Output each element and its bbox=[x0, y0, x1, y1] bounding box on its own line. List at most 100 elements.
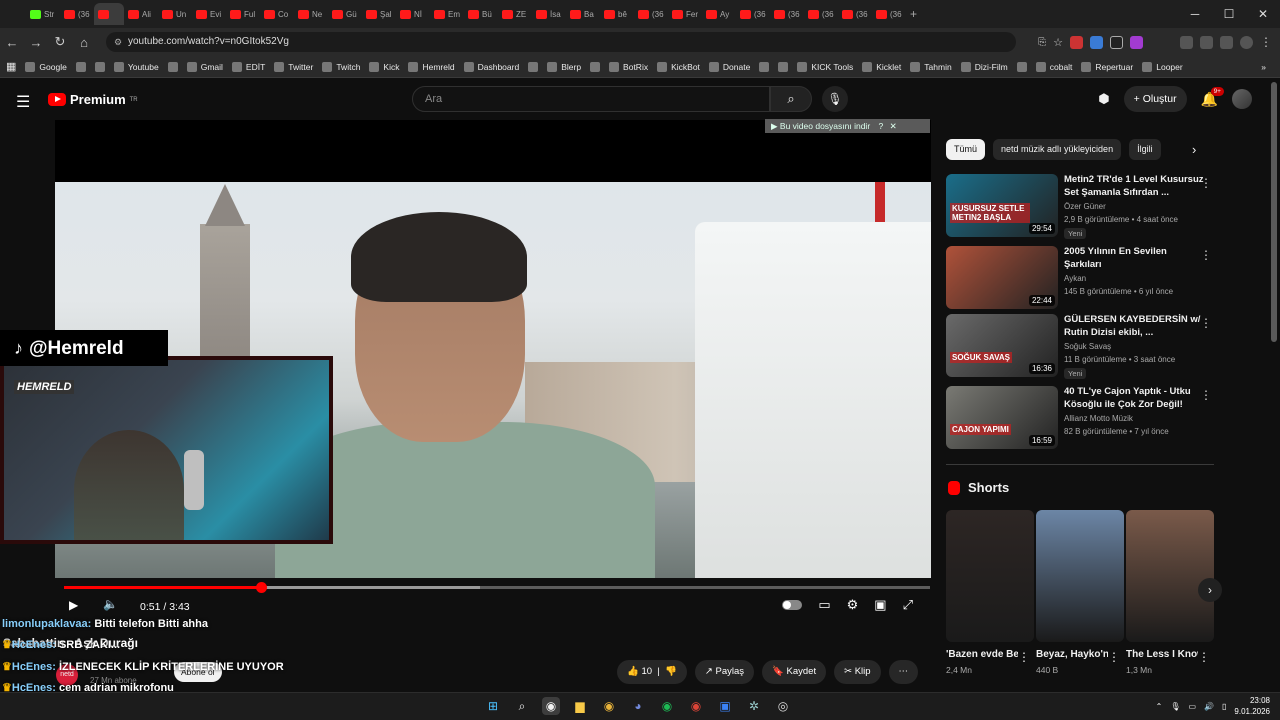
video-title[interactable]: GÜLERSEN KAYBEDERSİN w/ Rutin Dizisi eki… bbox=[1064, 314, 1204, 339]
extension-icon[interactable] bbox=[1090, 35, 1103, 49]
browser-tab[interactable]: Ful bbox=[226, 3, 260, 25]
bookmarks-overflow-icon[interactable]: » bbox=[1261, 62, 1280, 72]
notifications-button[interactable]: 🔔 9+ bbox=[1201, 86, 1224, 108]
apps-icon[interactable]: ▦ bbox=[6, 60, 16, 73]
reading-list-icon[interactable] bbox=[1220, 35, 1233, 49]
extension-icon[interactable] bbox=[1110, 35, 1123, 49]
url-field[interactable]: ⚙ youtube.com/watch?v=n0GItok52Vg bbox=[106, 32, 1016, 52]
browser-tab[interactable]: Nİ bbox=[396, 3, 430, 25]
extension-icon[interactable] bbox=[1070, 35, 1083, 49]
bookmark-item[interactable]: Twitter bbox=[274, 61, 313, 72]
back-icon[interactable]: ← bbox=[0, 35, 24, 50]
volume-icon[interactable]: 🔈 bbox=[103, 597, 118, 611]
bookmark-item[interactable]: Donate bbox=[708, 61, 750, 72]
short-item[interactable]: Beyaz, Hayko'nun ... 440 B ⋮ bbox=[1036, 510, 1124, 675]
home-icon[interactable]: ⌂ bbox=[72, 35, 96, 50]
search-button[interactable]: ⌕ bbox=[770, 86, 812, 112]
channel-name[interactable]: Allianz Motto Müzik bbox=[1064, 414, 1133, 423]
bookmark-item[interactable]: Hemreld bbox=[408, 61, 455, 72]
new-tab-button[interactable]: + bbox=[906, 3, 940, 25]
bookmark-item[interactable]: Twitch bbox=[322, 61, 360, 72]
save-button[interactable]: 🔖 Kaydet bbox=[762, 660, 827, 684]
recommended-video[interactable]: SOĞUK SAVAŞ 16:36 GÜLERSEN KAYBEDERSİN w/ … bbox=[946, 314, 1214, 380]
extensions-puzzle-icon[interactable] bbox=[1200, 35, 1213, 49]
browser-tab[interactable]: Fer bbox=[668, 3, 702, 25]
browser-tab[interactable]: Gü bbox=[328, 3, 362, 25]
bookmark-item[interactable]: Kick bbox=[369, 61, 399, 72]
short-title[interactable]: The Less I Know The ... bbox=[1126, 648, 1198, 662]
clip-button[interactable]: ✂ Klip bbox=[834, 660, 881, 684]
browser-tab[interactable]: Em bbox=[430, 3, 464, 25]
video-thumbnail[interactable]: 22:44 bbox=[946, 246, 1058, 309]
video-title[interactable]: 2005 Yılının En Sevilen Şarkıları bbox=[1064, 246, 1204, 271]
video-title[interactable]: Metin2 TR'de 1 Level Kusursuz Set Şamanl… bbox=[1064, 174, 1204, 199]
browser-tab[interactable]: (36 bbox=[804, 3, 838, 25]
video-thumbnail[interactable]: SOĞUK SAVAŞ 16:36 bbox=[946, 314, 1058, 377]
sidebar-icon[interactable] bbox=[1180, 35, 1193, 49]
forward-icon[interactable]: → bbox=[24, 35, 48, 50]
tray-volume-icon[interactable]: 🔊 bbox=[1204, 702, 1214, 711]
bookmark-item[interactable]: Dashboard bbox=[463, 61, 519, 72]
bookmark-item[interactable]: Looper bbox=[1142, 61, 1183, 72]
browser-tab[interactable]: Ay bbox=[702, 3, 736, 25]
more-options-icon[interactable]: ⋮ bbox=[1198, 650, 1210, 664]
autoplay-toggle[interactable] bbox=[782, 600, 803, 610]
tray-display-icon[interactable]: ▭ bbox=[1188, 702, 1196, 711]
subtitles-icon[interactable]: ▭ bbox=[818, 597, 830, 613]
taskbar-search-icon[interactable]: ⌕ bbox=[513, 697, 531, 715]
bookmark-item[interactable] bbox=[759, 61, 770, 72]
browser-tab[interactable]: (36 bbox=[60, 3, 94, 25]
tray-expand-icon[interactable]: ⌃ bbox=[1156, 702, 1163, 711]
browser-tab[interactable]: Bü bbox=[464, 3, 498, 25]
bookmark-item[interactable] bbox=[94, 61, 105, 72]
bookmark-item[interactable]: Google bbox=[25, 61, 67, 72]
more-options-icon[interactable]: ⋮ bbox=[1018, 650, 1030, 664]
obs-icon[interactable]: ◎ bbox=[774, 697, 792, 715]
play-icon[interactable]: ▶ bbox=[69, 598, 78, 612]
short-thumbnail[interactable] bbox=[946, 510, 1034, 642]
channel-name[interactable]: Soğuk Savaş bbox=[1064, 342, 1111, 351]
bookmark-item[interactable]: Kicklet bbox=[862, 61, 901, 72]
reload-icon[interactable]: ↻ bbox=[48, 34, 72, 50]
taskbar-clock[interactable]: 23:08 9.01.2026 bbox=[1234, 695, 1270, 717]
spotify-icon[interactable]: ◉ bbox=[658, 697, 676, 715]
more-options-icon[interactable]: ⋮ bbox=[1200, 248, 1212, 262]
app-icon[interactable]: ▣ bbox=[716, 697, 734, 715]
tray-mic-icon[interactable]: 🎙 bbox=[1170, 702, 1180, 711]
short-item[interactable]: 'Bazen evde Bershka ... 2,4 Mn ⋮ bbox=[946, 510, 1034, 675]
chrome-alt-icon[interactable]: ◉ bbox=[687, 697, 705, 715]
video-thumbnail[interactable]: KUSURSUZ SETLE METIN2 BAŞLA 29:54 bbox=[946, 174, 1058, 237]
download-close-icon[interactable]: ✕ bbox=[890, 121, 897, 131]
bookmark-item[interactable]: Dizi-Film bbox=[960, 61, 1008, 72]
short-title[interactable]: 'Bazen evde Bershka ... bbox=[946, 648, 1018, 662]
short-thumbnail[interactable] bbox=[1036, 510, 1124, 642]
scrubber-knob[interactable] bbox=[256, 582, 268, 593]
bookmark-item[interactable] bbox=[167, 61, 178, 72]
theater-mode-icon[interactable]: ▣ bbox=[874, 597, 886, 613]
progress-bar[interactable] bbox=[64, 582, 930, 593]
hamburger-menu-icon[interactable]: ☰ bbox=[16, 92, 30, 112]
bookmark-item[interactable]: KickBot bbox=[657, 61, 700, 72]
bookmark-item[interactable]: Youtube bbox=[113, 61, 159, 72]
browser-tab[interactable]: Ali bbox=[124, 3, 158, 25]
youtube-logo[interactable]: Premium TR bbox=[48, 92, 138, 107]
video-thumbnail[interactable]: CAJON YAPIMI 16:59 bbox=[946, 386, 1058, 449]
bookmark-item[interactable] bbox=[778, 61, 789, 72]
filter-chip[interactable]: İlgili bbox=[1129, 139, 1161, 160]
bookmark-item[interactable]: Tahmin bbox=[910, 61, 952, 72]
close-window-button[interactable]: ✕ bbox=[1246, 0, 1280, 28]
bookmark-item[interactable]: KICK Tools bbox=[797, 61, 853, 72]
profile-icon[interactable] bbox=[1240, 35, 1253, 49]
filter-chip[interactable]: Tümü bbox=[946, 139, 986, 160]
voice-search-button[interactable]: 🎙 bbox=[822, 86, 848, 112]
bookmark-item[interactable]: Repertuar bbox=[1081, 61, 1133, 72]
recommended-video[interactable]: KUSURSUZ SETLE METIN2 BAŞLA 29:54 Metin2 T… bbox=[946, 174, 1214, 240]
browser-tab[interactable]: (36 bbox=[838, 3, 872, 25]
fullscreen-icon[interactable]: ⤢ bbox=[903, 597, 913, 613]
bookmark-item[interactable] bbox=[590, 61, 601, 72]
dislike-icon[interactable]: 👎 bbox=[665, 666, 677, 677]
more-options-icon[interactable]: ⋮ bbox=[1200, 176, 1212, 190]
browser-tab[interactable]: Co bbox=[260, 3, 294, 25]
bookmark-item[interactable]: Blerp bbox=[547, 61, 581, 72]
download-help[interactable]: ? bbox=[879, 121, 884, 131]
